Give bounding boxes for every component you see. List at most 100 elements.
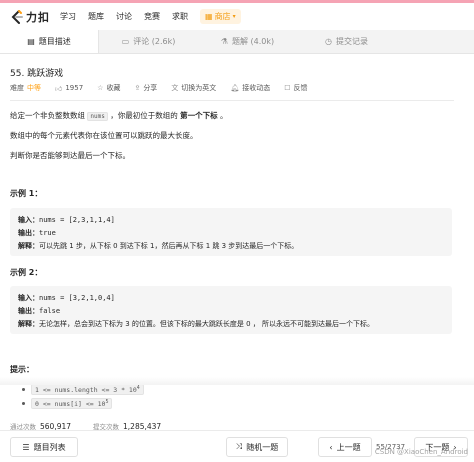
share-button[interactable]: ⇪ 分享: [134, 83, 157, 93]
description-line-2: 数组中的每个元素代表你在该位置可以跳跃的最大长度。: [10, 131, 198, 140]
bell-icon: 🔔︎: [230, 84, 240, 92]
explain-label: 解释：: [18, 242, 39, 250]
constraint-item: 0 <= nums[i] <= 105: [22, 398, 113, 410]
prev-problem-button[interactable]: ‹ 上一题: [318, 437, 372, 457]
constraint-item: 1 <= nums.length <= 3 * 104: [22, 384, 144, 396]
output-value: true: [39, 229, 56, 237]
favorite-label: 收藏: [106, 84, 121, 92]
difficulty-label: 难度: [10, 84, 24, 92]
tab-comments-label: 评论 (2.6k): [133, 37, 176, 46]
prev-problem-label: 上一题: [336, 442, 361, 452]
constraint-code: 1 <= nums.length <= 3 * 104: [31, 384, 144, 396]
constraints-title: 提示：: [10, 365, 34, 374]
tab-comments[interactable]: ▭ 评论 (2.6k): [99, 30, 198, 53]
problem-meta-bar: 难度 中等 👍︎ 1957 ☆ 收藏 ⇪ 分享 文 切换为英文 🔔︎ 接收动态 …: [10, 82, 454, 94]
nav-store-button[interactable]: ▦ 商店 ▾: [200, 9, 241, 24]
difficulty-badge: 中等: [27, 84, 41, 92]
example-1-title: 示例 1：: [10, 189, 43, 198]
example-1-explain: 解释：可以先跳 1 步，从下标 0 到达下标 1，然后再从下标 1 跳 3 步到…: [18, 240, 444, 253]
constraint-code: 0 <= nums[i] <= 105: [31, 398, 113, 410]
input-value: nums = [2,3,1,1,4]: [39, 216, 115, 224]
example-2-box: 输入：nums = [3,2,1,0,4] 输出：false 解释：无论怎样，总…: [10, 286, 452, 334]
leetcode-logo-icon: [11, 9, 23, 24]
comment-icon: ▭: [121, 37, 130, 46]
store-label: 商店: [214, 12, 231, 21]
desc-bold-text: 第一个下标: [180, 111, 218, 120]
logo[interactable]: 力扣: [10, 9, 50, 25]
content-fade: [0, 377, 474, 385]
tab-submissions-label: 提交记录: [335, 37, 368, 46]
problem-list-label: 题目列表: [33, 442, 66, 452]
switch-language-label: 切换为英文: [181, 84, 217, 92]
input-label: 输入：: [18, 294, 39, 302]
shuffle-icon: ⤨: [235, 442, 243, 451]
nav-item-discuss[interactable]: 讨论: [116, 11, 132, 22]
feedback-icon: ☐: [284, 84, 291, 92]
output-label: 输出：: [18, 229, 39, 237]
store-icon: ▦: [205, 12, 213, 21]
input-label: 输入：: [18, 216, 39, 224]
constraint-exponent: 5: [105, 399, 109, 405]
flask-icon: ⚗: [220, 37, 229, 46]
share-label: 分享: [143, 84, 158, 92]
footer-bar: ☰ 题目列表 ⤨ 随机一题 ‹ 上一题 55/2737 下一题 ›: [0, 430, 474, 462]
example-2-output: 输出：false: [18, 305, 444, 318]
tab-bar: ▤ 题目描述 ▭ 评论 (2.6k) ⚗ 题解 (4.0k) ◷ 提交记录: [0, 30, 474, 54]
desc-text: ，你最初位于数组的: [110, 111, 178, 120]
like-button[interactable]: 👍︎ 1957: [55, 84, 83, 93]
description-line-3: 判断你是否能够到达最后一个下标。: [10, 151, 130, 160]
list-icon: ☰: [22, 442, 30, 452]
tab-solutions-label: 题解 (4.0k): [232, 37, 275, 46]
nav-item-problems[interactable]: 题库: [88, 11, 104, 22]
example-1-box: 输入：nums = [2,3,1,1,4] 输出：true 解释：可以先跳 1 …: [10, 208, 452, 256]
bullet-icon: [22, 402, 25, 406]
example-2-explain: 解释：无论怎样，总会到达下标为 3 的位置。但该下标的最大跳跃长度是 0 ， 所…: [18, 318, 444, 331]
desc-text: 。: [220, 111, 228, 120]
top-nav: 力扣 学习 题库 讨论 竞赛 求职 ▦ 商店 ▾: [0, 3, 474, 30]
translate-icon: 文: [171, 84, 179, 92]
random-problem-button[interactable]: ⤨ 随机一题: [226, 437, 288, 457]
notify-button[interactable]: 🔔︎ 接收动态: [230, 83, 270, 93]
constraint-exponent: 4: [136, 385, 140, 391]
constraint-text: 0 <= nums[i] <= 10: [35, 400, 106, 409]
share-icon: ⇪: [134, 84, 141, 92]
bullet-icon: [22, 388, 25, 392]
desc-text: 给定一个非负整数数组: [10, 111, 85, 120]
nav-item-jobs[interactable]: 求职: [172, 11, 188, 22]
star-icon: ☆: [97, 84, 104, 92]
tab-description[interactable]: ▤ 题目描述: [0, 30, 99, 53]
random-problem-label: 随机一题: [246, 442, 279, 452]
tab-solutions[interactable]: ⚗ 题解 (4.0k): [198, 30, 297, 53]
example-2-input: 输入：nums = [3,2,1,0,4]: [18, 292, 444, 305]
explain-text: 可以先跳 1 步，从下标 0 到达下标 1，然后再从下标 1 跳 3 步到达最后…: [39, 242, 299, 250]
chevron-down-icon: ▾: [232, 13, 236, 20]
favorite-button[interactable]: ☆ 收藏: [97, 83, 120, 93]
like-count: 1957: [65, 84, 84, 92]
nav-item-learn[interactable]: 学习: [60, 11, 76, 22]
history-icon: ◷: [325, 37, 332, 46]
logo-text: 力扣: [26, 10, 50, 24]
thumbs-up-icon: 👍︎: [55, 84, 63, 93]
notify-label: 接收动态: [242, 84, 271, 92]
output-label: 输出：: [18, 307, 39, 315]
feedback-button[interactable]: ☐ 反馈: [284, 83, 307, 93]
problem-list-button[interactable]: ☰ 题目列表: [10, 437, 78, 457]
watermark: CSDN @XiaoChen_Android: [374, 448, 468, 456]
switch-language-button[interactable]: 文 切换为英文: [171, 83, 216, 93]
example-2-title: 示例 2：: [10, 268, 43, 277]
example-1-input: 输入：nums = [2,3,1,1,4]: [18, 214, 444, 227]
divider: [10, 100, 454, 101]
output-value: false: [39, 307, 61, 315]
input-value: nums = [3,2,1,0,4]: [39, 294, 115, 302]
tab-submissions[interactable]: ◷ 提交记录: [297, 30, 396, 53]
explain-label: 解释：: [18, 320, 39, 328]
explain-text: 无论怎样，总会到达下标为 3 的位置。但该下标的最大跳跃长度是 0 ， 所以永远…: [39, 320, 375, 328]
constraint-text: 1 <= nums.length <= 3 * 10: [35, 386, 137, 395]
document-icon: ▤: [27, 37, 35, 46]
nav-item-contest[interactable]: 竞赛: [144, 11, 160, 22]
problem-title: 55. 跳跃游戏: [10, 69, 64, 79]
example-1-output: 输出：true: [18, 227, 444, 240]
inline-code: nums: [87, 112, 108, 121]
chevron-left-icon: ‹: [329, 442, 333, 452]
description-line-1: 给定一个非负整数数组 nums ，你最初位于数组的 第一个下标 。: [10, 110, 228, 121]
